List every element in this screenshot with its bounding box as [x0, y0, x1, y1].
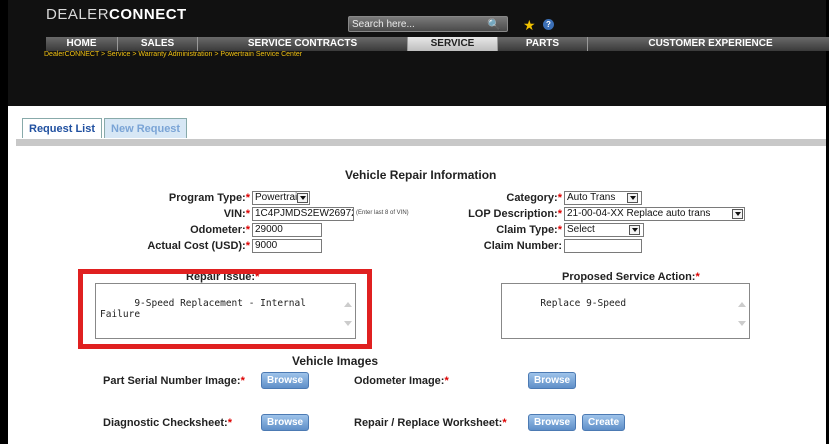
- claim-type-label: Claim Type:*: [496, 224, 562, 236]
- proposed-action-textarea[interactable]: Replace 9-Speed: [501, 283, 750, 339]
- breadcrumb[interactable]: DealerCONNECT > Service > Warranty Admin…: [44, 51, 302, 58]
- odometer-browse-button[interactable]: Browse: [528, 372, 577, 389]
- proposed-action-label: Proposed Service Action:*: [562, 271, 700, 283]
- program-type-select[interactable]: Powertrain: [252, 191, 310, 205]
- logo-text-bold: CONNECT: [109, 6, 187, 23]
- part-serial-browse-button[interactable]: Browse: [261, 372, 310, 389]
- part-serial-label: Part Serial Number Image:*: [103, 375, 245, 387]
- odometer-label: Odometer:*: [190, 224, 250, 236]
- dealerconnect-logo[interactable]: DEALERCONNECT: [46, 6, 187, 23]
- actual-cost-label: Actual Cost (USD):*: [147, 240, 250, 252]
- chevron-down-icon: [629, 225, 640, 235]
- scroll-down-icon[interactable]: [738, 321, 746, 326]
- claim-type-select[interactable]: Select: [564, 223, 644, 237]
- worksheet-create-button[interactable]: Create: [582, 414, 626, 431]
- diagnostic-checksheet-label: Diagnostic Checksheet:*: [103, 417, 232, 429]
- nav-parts[interactable]: PARTS: [498, 37, 588, 51]
- screen-frame: DEALERCONNECT 🔍 ★ ? HOME SALES SERVICE C…: [0, 0, 829, 444]
- highlight-box: [78, 269, 372, 349]
- actual-cost-input[interactable]: 9000: [252, 239, 322, 253]
- tab-bar-divider: [16, 139, 826, 146]
- vin-label: VIN:*: [223, 208, 250, 220]
- nav-service-contracts[interactable]: SERVICE CONTRACTS: [198, 37, 408, 51]
- nav-service[interactable]: SERVICE: [408, 37, 498, 51]
- nav-home[interactable]: HOME: [46, 37, 118, 51]
- main-content: Request List New Request Vehicle Repair …: [8, 106, 826, 444]
- lop-description-select[interactable]: 21-00-04-XX Replace auto trans: [564, 207, 745, 221]
- worksheet-browse-button[interactable]: Browse: [528, 414, 577, 431]
- claim-number-label: Claim Number:: [483, 240, 562, 252]
- tab-new-request[interactable]: New Request: [104, 118, 188, 138]
- chevron-down-icon: [732, 209, 743, 219]
- odometer-input[interactable]: 29000: [252, 223, 322, 237]
- textarea-scrollbar[interactable]: [737, 286, 747, 336]
- vin-hint: (Enter last 8 of VIN): [356, 210, 409, 216]
- scroll-up-icon[interactable]: [738, 302, 746, 307]
- search-icon[interactable]: 🔍: [487, 18, 501, 31]
- nav-sales[interactable]: SALES: [118, 37, 198, 51]
- category-label: Category:*: [506, 192, 562, 204]
- lop-description-label: LOP Description:*: [468, 208, 562, 220]
- chevron-down-icon: [297, 193, 308, 203]
- category-select[interactable]: Auto Trans: [564, 191, 642, 205]
- main-nav: HOME SALES SERVICE CONTRACTS SERVICE PAR…: [46, 37, 829, 51]
- diagnostic-browse-button[interactable]: Browse: [261, 414, 310, 431]
- proposed-action-text: Replace 9-Speed: [540, 298, 627, 309]
- star-icon[interactable]: ★: [523, 17, 536, 34]
- search-input[interactable]: [352, 18, 482, 31]
- site-header: DEALERCONNECT 🔍 ★ ? HOME SALES SERVICE C…: [8, 0, 829, 106]
- section-title: Vehicle Repair Information: [345, 168, 497, 182]
- program-type-label: Program Type:*: [168, 192, 250, 204]
- search-box: 🔍: [348, 16, 508, 32]
- logo-text-light: DEALER: [46, 6, 110, 23]
- worksheet-label: Repair / Replace Worksheet:*: [354, 417, 507, 429]
- nav-customer-experience[interactable]: CUSTOMER EXPERIENCE: [588, 37, 829, 51]
- claim-number-input[interactable]: [564, 239, 642, 253]
- vin-input[interactable]: 1C4PJMDS2EW26972(: [252, 207, 354, 221]
- chevron-down-icon: [627, 193, 638, 203]
- tab-request-list[interactable]: Request List: [22, 118, 103, 138]
- odometer-image-label: Odometer Image:*: [354, 375, 449, 387]
- help-icon[interactable]: ?: [543, 19, 554, 30]
- vehicle-images-title: Vehicle Images: [292, 354, 379, 368]
- tab-bar: Request List New Request: [22, 118, 189, 138]
